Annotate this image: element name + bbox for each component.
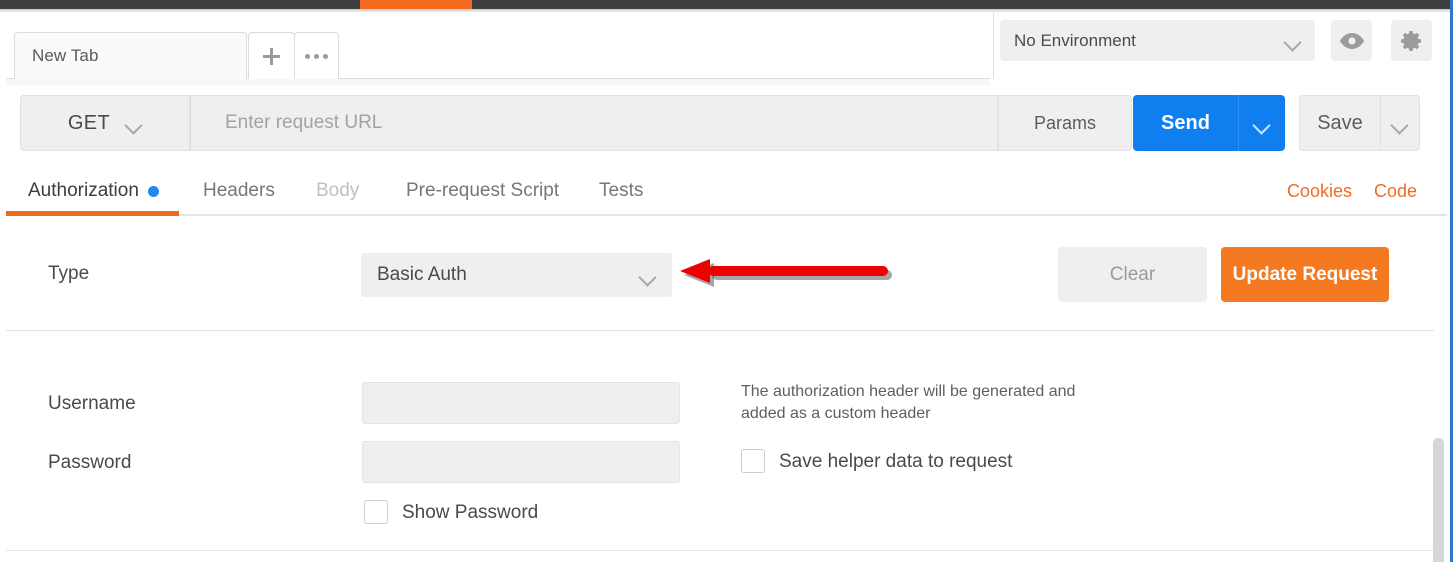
settings-button[interactable] bbox=[1391, 20, 1432, 61]
chevron-down-icon bbox=[126, 119, 142, 128]
title-strip-shadow bbox=[0, 9, 1453, 13]
plus-icon bbox=[263, 47, 280, 65]
postman-window: New Tab No Environment GET Enter request… bbox=[0, 0, 1453, 562]
password-label: Password bbox=[48, 452, 132, 473]
tab-body-label: Body bbox=[316, 180, 360, 201]
tab-pre-request-script[interactable]: Pre-request Script bbox=[406, 166, 559, 216]
tab-authorization[interactable]: Authorization bbox=[28, 166, 159, 216]
clear-button[interactable]: Clear bbox=[1058, 247, 1207, 302]
more-tabs-button[interactable] bbox=[294, 32, 339, 79]
active-tab-underline bbox=[6, 211, 179, 216]
environment-selector[interactable]: No Environment bbox=[1000, 20, 1315, 61]
request-section-tabs: Authorization Headers Body Pre-request S… bbox=[6, 166, 1447, 216]
gear-icon bbox=[1400, 30, 1421, 51]
http-method-label: GET bbox=[67, 111, 111, 134]
auth-type-value: Basic Auth bbox=[377, 264, 467, 285]
chevron-down-icon bbox=[640, 271, 656, 280]
cookies-link[interactable]: Cookies bbox=[1287, 181, 1352, 202]
chevron-down-icon bbox=[1254, 119, 1270, 128]
auth-type-label: Type bbox=[48, 263, 90, 284]
show-password-checkbox[interactable] bbox=[364, 500, 388, 524]
params-label: Params bbox=[1033, 112, 1096, 133]
panel-divider-bottom bbox=[6, 550, 1447, 551]
tab-tests[interactable]: Tests bbox=[599, 166, 643, 216]
auth-type-dropdown[interactable]: Basic Auth bbox=[361, 253, 672, 297]
send-button[interactable]: Send bbox=[1133, 95, 1238, 151]
environment-selected-label: No Environment bbox=[1014, 30, 1136, 50]
request-utility-links: Cookies Code bbox=[1287, 166, 1417, 216]
show-password-label: Show Password bbox=[402, 502, 539, 523]
save-button[interactable]: Save bbox=[1299, 95, 1381, 151]
update-request-label: Update Request bbox=[1232, 263, 1378, 285]
code-link[interactable]: Code bbox=[1374, 181, 1417, 202]
tab-bar-fill bbox=[6, 79, 990, 86]
authorization-modified-dot-icon bbox=[147, 185, 159, 197]
save-options-button[interactable] bbox=[1381, 95, 1420, 151]
tab-headers[interactable]: Headers bbox=[203, 166, 275, 216]
save-helper-data-checkbox[interactable] bbox=[741, 449, 765, 473]
save-button-group: Save bbox=[1299, 95, 1420, 151]
add-tab-button[interactable] bbox=[248, 32, 295, 79]
http-method-selector[interactable]: GET bbox=[20, 95, 190, 151]
panel-scrollbar-thumb[interactable] bbox=[1433, 438, 1444, 562]
tab-tests-label: Tests bbox=[599, 180, 644, 201]
environment-quick-look-button[interactable] bbox=[1331, 20, 1372, 61]
params-button[interactable]: Params bbox=[998, 95, 1132, 151]
chevron-down-icon bbox=[1392, 119, 1408, 128]
save-label: Save bbox=[1317, 111, 1363, 134]
request-url-placeholder: Enter request URL bbox=[225, 112, 383, 133]
tab-headers-label: Headers bbox=[203, 180, 275, 201]
header-separator bbox=[993, 13, 994, 79]
request-url-input[interactable]: Enter request URL bbox=[190, 95, 998, 151]
app-title-strip bbox=[0, 0, 1453, 9]
request-url-bar: GET Enter request URL Params Send Save bbox=[20, 95, 1440, 151]
tab-pre-request-script-label: Pre-request Script bbox=[406, 180, 560, 201]
request-tab-new-tab[interactable]: New Tab bbox=[14, 32, 247, 79]
username-label: Username bbox=[48, 393, 136, 414]
authorization-helper-text: The authorization header will be generat… bbox=[741, 383, 1076, 422]
ellipsis-icon bbox=[305, 53, 328, 59]
update-request-button[interactable]: Update Request bbox=[1221, 247, 1389, 302]
send-button-group: Send bbox=[1133, 95, 1285, 151]
window-left-edge bbox=[0, 9, 6, 562]
send-options-button[interactable] bbox=[1238, 95, 1285, 151]
active-app-tab-indicator bbox=[360, 0, 472, 9]
panel-scrollbar-track[interactable] bbox=[1433, 216, 1450, 562]
password-input[interactable] bbox=[362, 441, 680, 483]
panel-divider-top bbox=[6, 330, 1447, 331]
request-tab-label: New Tab bbox=[32, 46, 99, 65]
chevron-down-icon bbox=[1285, 36, 1301, 45]
send-label: Send bbox=[1161, 111, 1210, 134]
clear-label: Clear bbox=[1109, 263, 1156, 285]
tab-authorization-label: Authorization bbox=[28, 180, 139, 201]
eye-icon bbox=[1339, 32, 1364, 49]
username-input[interactable] bbox=[362, 382, 680, 424]
save-helper-data-label: Save helper data to request bbox=[779, 451, 1013, 472]
tab-body[interactable]: Body bbox=[316, 166, 359, 216]
